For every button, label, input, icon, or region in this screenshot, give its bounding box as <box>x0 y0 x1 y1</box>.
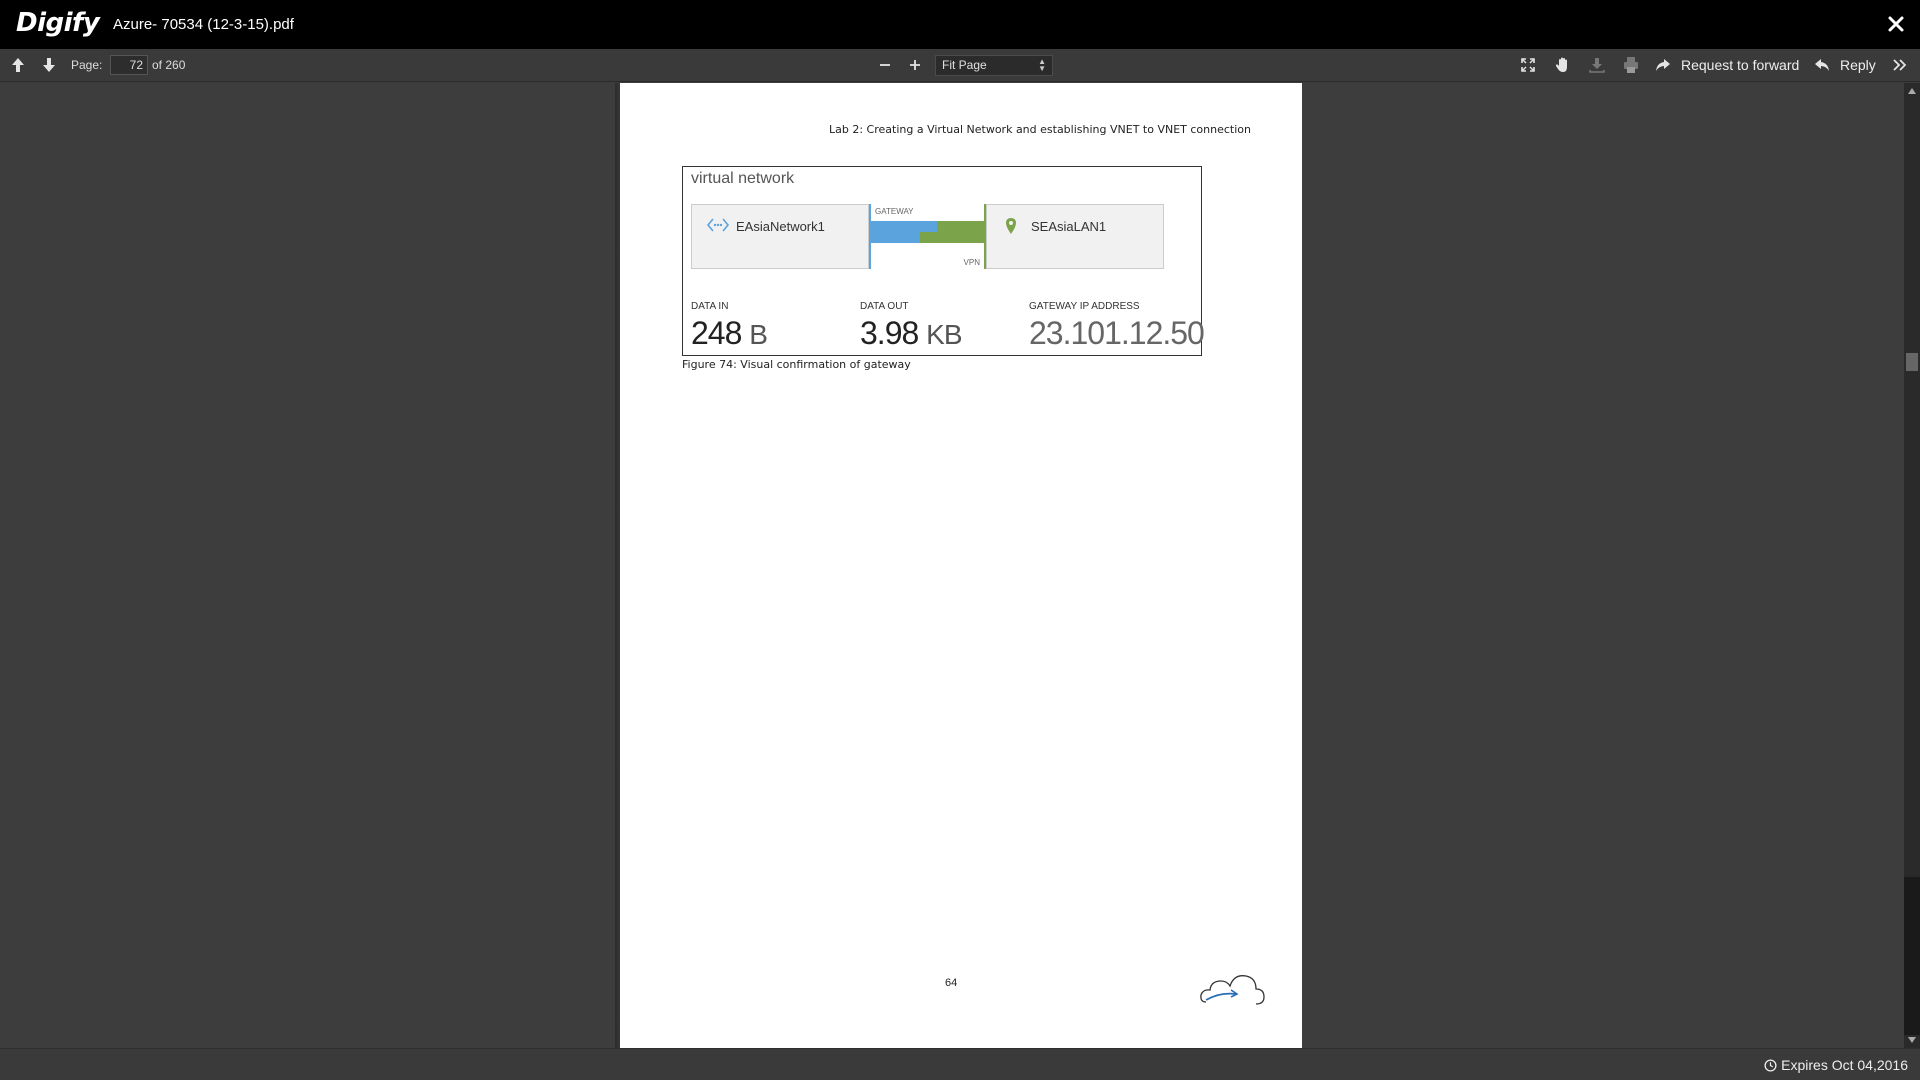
zoom-select-value: Fit Page <box>942 58 987 72</box>
expiry-notice: Expires Oct 04,2016 <box>1764 1057 1908 1073</box>
document-title: Azure- 70534 (12-3-15).pdf <box>113 16 294 33</box>
gateway-ip-value: 23.101.12.50 <box>1029 315 1205 351</box>
scroll-down-icon[interactable] <box>1908 1037 1916 1043</box>
gateway-ip-label: GATEWAY IP ADDRESS <box>1029 301 1140 312</box>
scroll-up-icon[interactable] <box>1908 88 1916 94</box>
figure-caption: Figure 74: Visual confirmation of gatewa… <box>682 358 911 371</box>
scroll-thumb[interactable] <box>1906 353 1918 371</box>
status-bar: Expires Oct 04,2016 <box>0 1048 1920 1080</box>
gateway-figure: virtual network EAsiaNetwork1 GATEWAY VP… <box>682 166 1205 356</box>
location-pin-icon <box>1006 218 1016 234</box>
right-network-label: SEAsiaLAN1 <box>1031 219 1107 234</box>
fullscreen-icon[interactable] <box>1518 55 1538 75</box>
zoom-in-icon[interactable] <box>905 55 925 75</box>
scroll-track-dark <box>1904 877 1920 1035</box>
left-network-label: EAsiaNetwork1 <box>736 219 825 234</box>
toolbar: Page: of 260 Fit Page ▲▼ Request to forw… <box>0 49 1920 82</box>
double-chevron-right-icon[interactable] <box>1890 55 1910 75</box>
request-forward-button[interactable]: Request to forward <box>1681 57 1799 73</box>
data-in-value: 248 B <box>691 315 768 352</box>
data-in-number: 248 <box>691 315 742 351</box>
data-out-unit: KB <box>926 319 962 350</box>
gateway-label: GATEWAY <box>875 207 914 216</box>
data-out-number: 3.98 <box>860 315 919 351</box>
previous-page-icon[interactable] <box>8 55 28 75</box>
page-number: 64 <box>945 977 958 989</box>
data-out-label: DATA OUT <box>860 301 909 312</box>
vpn-label: VPN <box>963 258 980 267</box>
document-viewer[interactable]: Lab 2: Creating a Virtual Network and es… <box>0 83 1904 1048</box>
expiry-text: Expires Oct 04,2016 <box>1781 1057 1908 1073</box>
data-in-label: DATA IN <box>691 301 729 312</box>
print-icon[interactable] <box>1621 55 1641 75</box>
reply-button[interactable]: Reply <box>1840 57 1876 73</box>
cloud-logo-icon <box>1200 975 1265 1005</box>
forward-icon[interactable] <box>1653 55 1673 75</box>
close-icon[interactable] <box>1884 12 1908 36</box>
page-number-input[interactable] <box>110 55 148 75</box>
gateway-connection: GATEWAY VPN <box>869 204 986 269</box>
page-label: Page: <box>71 58 103 72</box>
zoom-out-icon[interactable] <box>875 55 895 75</box>
left-network-box: EAsiaNetwork1 <box>691 204 869 269</box>
data-in-unit: B <box>749 319 768 350</box>
next-page-icon[interactable] <box>39 55 59 75</box>
network-icon <box>706 218 730 232</box>
page-count: of 260 <box>152 58 186 72</box>
download-icon[interactable] <box>1587 55 1607 75</box>
right-network-box: SEAsiaLAN1 <box>986 204 1164 269</box>
pdf-page: Lab 2: Creating a Virtual Network and es… <box>620 83 1302 1048</box>
data-out-value: 3.98 KB <box>860 315 963 352</box>
page-header: Lab 2: Creating a Virtual Network and es… <box>829 123 1251 136</box>
reply-icon[interactable] <box>1812 55 1832 75</box>
app-logo: Digify <box>16 8 100 38</box>
title-bar: Digify Azure- 70534 (12-3-15).pdf <box>0 0 1920 49</box>
clock-icon <box>1764 1058 1777 1072</box>
hand-tool-icon[interactable] <box>1553 55 1573 75</box>
zoom-select[interactable]: Fit Page ▲ ▼ <box>935 55 1053 76</box>
select-arrows-icon: ▲ ▼ <box>1038 57 1046 73</box>
figure-title: virtual network <box>691 170 795 187</box>
